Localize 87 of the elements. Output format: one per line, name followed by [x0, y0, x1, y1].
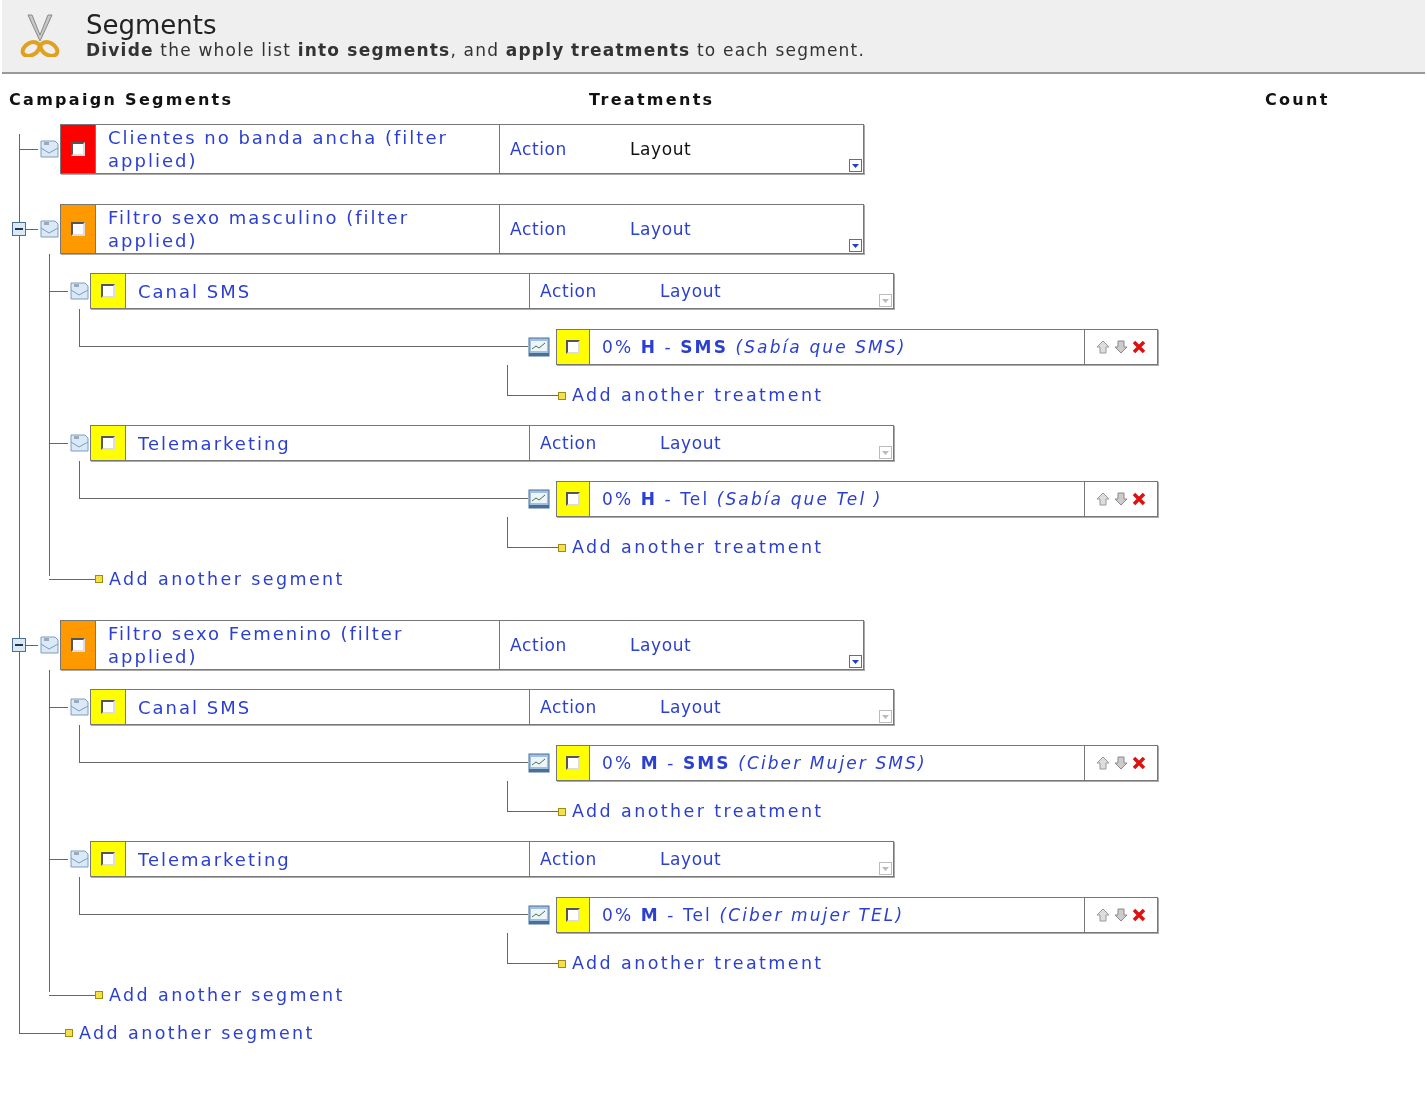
- add-segment-link[interactable]: Add another segment: [109, 568, 345, 590]
- layout-link[interactable]: Layout: [630, 635, 692, 655]
- add-treatment-link[interactable]: Add another treatment: [572, 952, 824, 974]
- connector-line: [49, 994, 95, 996]
- checkbox[interactable]: [566, 908, 580, 922]
- delete-icon[interactable]: [1132, 908, 1146, 922]
- layout-link[interactable]: Layout: [660, 281, 722, 301]
- document-icon: [528, 752, 550, 774]
- action-link[interactable]: Action: [510, 219, 630, 239]
- document-icon: [528, 488, 550, 510]
- segment-name[interactable]: Canal SMS: [138, 279, 252, 303]
- checkbox[interactable]: [71, 142, 85, 156]
- square-bullet-icon: [95, 575, 103, 583]
- down-arrow-icon[interactable]: [1114, 492, 1128, 506]
- action-link[interactable]: Action: [540, 849, 660, 869]
- minus-box-icon[interactable]: [12, 638, 26, 652]
- action-link[interactable]: Action: [510, 635, 630, 655]
- square-bullet-icon: [558, 392, 566, 400]
- up-arrow-icon[interactable]: [1096, 908, 1110, 922]
- segment-name[interactable]: Filtro sexo masculino (filter applied): [108, 206, 491, 252]
- square-bullet-icon: [558, 808, 566, 816]
- envelope-icon: [38, 217, 60, 241]
- layout-link[interactable]: Layout: [660, 849, 722, 869]
- layout-link[interactable]: Layout: [660, 697, 722, 717]
- checkbox[interactable]: [101, 284, 115, 298]
- checkbox[interactable]: [101, 436, 115, 450]
- square-bullet-icon: [558, 960, 566, 968]
- up-arrow-icon[interactable]: [1096, 340, 1110, 354]
- square-bullet-icon: [65, 1029, 73, 1037]
- connector-line: [19, 1032, 65, 1034]
- column-heading: Treatments: [589, 90, 716, 111]
- connector-line: [507, 933, 558, 964]
- add-segment-link[interactable]: Add another segment: [79, 1022, 315, 1044]
- up-arrow-icon[interactable]: [1096, 492, 1110, 506]
- envelope-icon: [68, 695, 90, 719]
- square-bullet-icon: [558, 544, 566, 552]
- connector-line: [49, 578, 95, 580]
- checkbox[interactable]: [71, 222, 85, 236]
- envelope-icon: [68, 279, 90, 303]
- checkbox[interactable]: [101, 852, 115, 866]
- column-heading: Campaign Segments: [9, 90, 235, 111]
- segment-name[interactable]: Canal SMS: [138, 695, 252, 719]
- envelope-icon: [38, 137, 60, 161]
- checkbox[interactable]: [566, 340, 580, 354]
- connector-line: [507, 781, 558, 812]
- checkbox[interactable]: [71, 638, 85, 652]
- checkbox[interactable]: [101, 700, 115, 714]
- action-link[interactable]: Action: [540, 433, 660, 453]
- up-arrow-icon[interactable]: [1096, 756, 1110, 770]
- scissors-icon: [20, 13, 60, 57]
- down-arrow-icon[interactable]: [1114, 340, 1128, 354]
- delete-icon[interactable]: [1132, 492, 1146, 506]
- action-link[interactable]: Action: [540, 697, 660, 717]
- down-arrow-icon[interactable]: [1114, 756, 1128, 770]
- down-arrow-icon[interactable]: [1114, 908, 1128, 922]
- treatment-name[interactable]: 0% M - SMS (Ciber Mujer SMS): [602, 753, 927, 773]
- column-heading: Count: [1265, 90, 1331, 111]
- document-icon: [528, 904, 550, 926]
- treatment-name[interactable]: 0% H - SMS (Sabía que SMS): [602, 337, 907, 357]
- square-bullet-icon: [95, 991, 103, 999]
- checkbox[interactable]: [566, 492, 580, 506]
- treatment-name[interactable]: 0% H - Tel (Sabía que Tel ): [602, 489, 883, 509]
- connector-line: [507, 517, 558, 548]
- treatment-name[interactable]: 0% M - Tel (Ciber mujer TEL): [602, 905, 905, 925]
- segment-name[interactable]: Filtro sexo Femenino (filter applied): [108, 622, 491, 668]
- add-treatment-link[interactable]: Add another treatment: [572, 384, 824, 406]
- segment-name[interactable]: Clientes no banda ancha (filter applied): [108, 126, 491, 172]
- segment-name[interactable]: Telemarketing: [138, 431, 291, 455]
- delete-icon[interactable]: [1132, 340, 1146, 354]
- add-segment-link[interactable]: Add another segment: [109, 984, 345, 1006]
- add-treatment-link[interactable]: Add another treatment: [572, 536, 824, 558]
- envelope-icon: [68, 431, 90, 455]
- envelope-icon: [38, 633, 60, 657]
- action-link[interactable]: Action: [510, 139, 630, 159]
- layout-link[interactable]: Layout: [660, 433, 722, 453]
- delete-icon[interactable]: [1132, 756, 1146, 770]
- page-title: Segments: [86, 10, 218, 40]
- action-link[interactable]: Action: [540, 281, 660, 301]
- envelope-icon: [68, 847, 90, 871]
- layout-link[interactable]: Layout: [630, 219, 692, 239]
- segment-name[interactable]: Telemarketing: [138, 847, 291, 871]
- add-treatment-link[interactable]: Add another treatment: [572, 800, 824, 822]
- checkbox[interactable]: [566, 756, 580, 770]
- document-icon: [528, 336, 550, 358]
- page-subtitle: Divide the whole list into segments, and apply treatments to each segment.: [86, 40, 865, 60]
- connector-line: [507, 365, 558, 396]
- minus-box-icon[interactable]: [12, 222, 26, 236]
